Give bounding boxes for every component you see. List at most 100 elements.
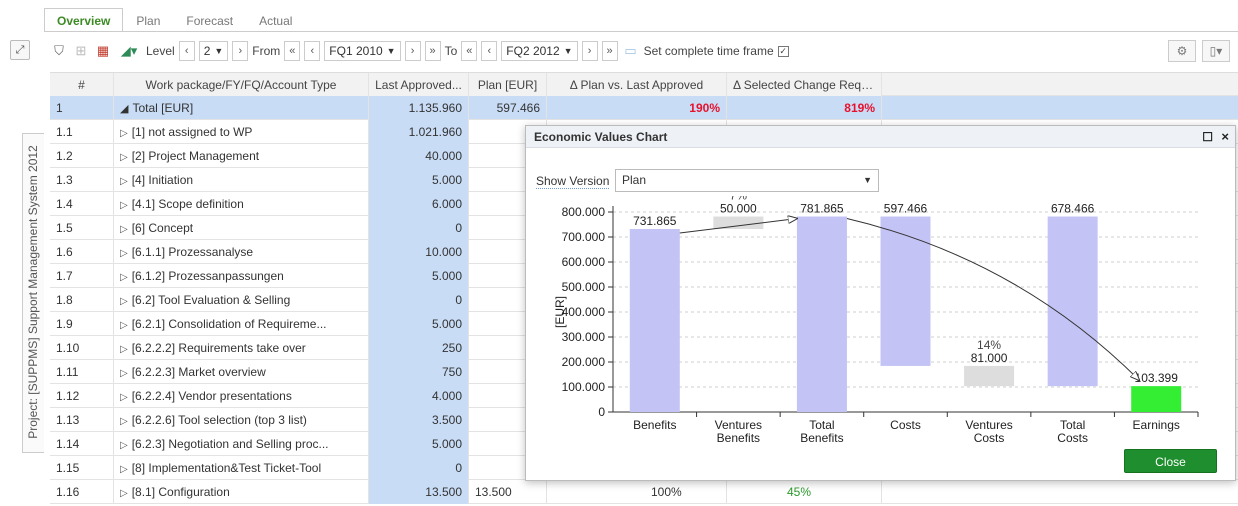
to-first-button[interactable]: « xyxy=(461,41,478,61)
show-version-select[interactable]: Plan ▼ xyxy=(615,169,879,192)
collapse-icon[interactable]: ◢ xyxy=(120,103,128,115)
column-header[interactable]: Last Approved... xyxy=(369,73,469,97)
column-header[interactable]: # xyxy=(50,73,114,97)
close-button[interactable]: Close xyxy=(1124,449,1217,473)
maximize-icon[interactable]: ☐ xyxy=(1202,126,1213,148)
row-last-cell: 0 xyxy=(369,456,469,480)
row-name-cell: ▷ [6.2.2.6] Tool selection (top 3 list) xyxy=(114,408,369,432)
table-icon[interactable]: ▦ xyxy=(94,42,112,60)
y-tick-label: 0 xyxy=(598,405,605,419)
expand-icon[interactable]: ▷ xyxy=(120,416,128,427)
close-icon[interactable]: × xyxy=(1221,126,1229,148)
chart-dialog: Economic Values Chart ☐ × Show Version P… xyxy=(525,125,1236,481)
row-name-cell: ▷ [6.1.1] Prozessanalyse xyxy=(114,240,369,264)
to-last-button[interactable]: » xyxy=(601,41,618,61)
expand-icon[interactable]: ▷ xyxy=(120,296,128,307)
expand-icon[interactable]: ▷ xyxy=(120,464,128,475)
comment-icon[interactable]: ▭ xyxy=(622,42,640,60)
from-next-button[interactable]: › xyxy=(404,41,421,61)
row-delta-cell: 190% xyxy=(547,96,727,120)
row-name: [6.2.2.3] Market overview xyxy=(131,365,266,379)
to-next-button[interactable]: › xyxy=(581,41,598,61)
from-prev-button[interactable]: ‹ xyxy=(304,41,321,61)
level-prev-button[interactable]: ‹ xyxy=(178,41,195,61)
economic-values-chart: 0 100.000 200.000 300.000 400.000 500.000 600.… xyxy=(553,196,1199,445)
row-last-cell: 3.500 xyxy=(369,408,469,432)
expand-icon[interactable]: ▷ xyxy=(120,224,128,235)
expand-icon[interactable]: ⤢ xyxy=(10,40,30,60)
expand-icon[interactable]: ▷ xyxy=(120,128,128,139)
column-header[interactable]: Δ Selected Change Reques... xyxy=(727,73,882,97)
row-name: [8.1] Configuration xyxy=(131,485,230,499)
tab-plan[interactable]: Plan xyxy=(123,8,173,32)
complete-timeframe-label: Set complete time frame xyxy=(643,44,774,58)
row-last-cell: 1.021.960 xyxy=(369,120,469,144)
x-tick-label: Benefits xyxy=(800,431,843,445)
row-last-cell: 40.000 xyxy=(369,144,469,168)
row-name-cell: ▷ [2] Project Management xyxy=(114,144,369,168)
tab-overview[interactable]: Overview xyxy=(44,8,124,32)
row-name-cell: ▷ [6.2.1] Consolidation of Requireme... xyxy=(114,312,369,336)
expand-icon[interactable]: ▷ xyxy=(120,344,128,355)
chevron-down-icon: ▼ xyxy=(214,46,224,56)
level-next-button[interactable]: › xyxy=(232,41,249,61)
column-header[interactable]: Δ Plan vs. Last Approved xyxy=(547,73,727,97)
row-name: [6.2] Tool Evaluation & Selling xyxy=(131,293,291,307)
row-num-cell: 1.1 xyxy=(50,120,114,144)
to-select[interactable]: FQ2 2012 ▼ xyxy=(501,41,578,61)
row-name: [6.1.2] Prozessanpassungen xyxy=(131,269,284,283)
complete-timeframe-checkbox[interactable]: ✓ xyxy=(777,45,789,57)
level-select[interactable]: 2 ▼ xyxy=(198,41,229,61)
x-tick-label: Costs xyxy=(1057,431,1088,445)
hierarchy-icon[interactable]: ⊞ xyxy=(72,42,90,60)
row-num-cell: 1.16 xyxy=(50,480,114,504)
x-tick-label: Earnings xyxy=(1133,418,1180,432)
expand-icon[interactable]: ▷ xyxy=(120,272,128,283)
dialog-titlebar: Economic Values Chart ☐ × xyxy=(526,126,1235,148)
from-select[interactable]: FQ1 2010 ▼ xyxy=(324,41,401,61)
chart-icon[interactable]: ◢▾ xyxy=(116,42,142,60)
row-name-cell: ▷ [6.2.2.4] Vendor presentations xyxy=(114,384,369,408)
row-name-cell: ◢ Total [EUR] xyxy=(114,96,369,120)
row-name: [2] Project Management xyxy=(131,149,260,163)
row-name: Total [EUR] xyxy=(132,101,194,115)
export-icon[interactable]: ▯▾ xyxy=(1202,40,1230,62)
level-label: Level xyxy=(146,44,175,58)
from-last-button[interactable]: » xyxy=(424,41,441,61)
table-row[interactable]: 1 ◢ Total [EUR] 1.135.960 597.466 190% 819% xyxy=(50,96,1238,120)
row-name: [4.1] Scope definition xyxy=(131,197,244,211)
expand-icon[interactable]: ▷ xyxy=(120,176,128,187)
from-first-button[interactable]: « xyxy=(284,41,301,61)
row-name: [6.2.2.4] Vendor presentations xyxy=(131,389,292,403)
tab-actual[interactable]: Actual xyxy=(246,8,305,32)
to-prev-button[interactable]: ‹ xyxy=(481,41,498,61)
expand-icon[interactable]: ▷ xyxy=(120,320,128,331)
expand-icon[interactable]: ▷ xyxy=(120,488,128,499)
row-last-cell: 5.000 xyxy=(369,168,469,192)
expand-icon[interactable]: ▷ xyxy=(120,440,128,451)
filter-icon[interactable]: ⛉ xyxy=(50,42,68,60)
row-num-cell: 1 xyxy=(50,96,114,120)
gear-icon[interactable]: ⚙ xyxy=(1168,40,1196,62)
expand-icon[interactable]: ▷ xyxy=(120,200,128,211)
bar-value-label: 50.000 xyxy=(720,202,757,216)
row-num-cell: 1.10 xyxy=(50,336,114,360)
x-tick-label: Total xyxy=(1060,418,1085,432)
y-tick-label: 600.000 xyxy=(562,255,606,269)
row-delta-cell: 100% xyxy=(547,480,727,504)
expand-icon[interactable]: ▷ xyxy=(120,248,128,259)
table-row[interactable]: 1.16 ▷ [8.1] Configuration 13.500 13.500 100%… xyxy=(50,480,1238,504)
row-last-cell: 5.000 xyxy=(369,312,469,336)
column-header[interactable]: Work package/FY/FQ/Account Type xyxy=(114,73,369,97)
expand-icon[interactable]: ▷ xyxy=(120,368,128,379)
row-name-cell: ▷ [4.1] Scope definition xyxy=(114,192,369,216)
row-num-cell: 1.8 xyxy=(50,288,114,312)
row-name-cell: ▷ [6] Concept xyxy=(114,216,369,240)
column-header[interactable]: Plan [EUR] xyxy=(469,73,547,97)
expand-icon[interactable]: ▷ xyxy=(120,392,128,403)
expand-icon[interactable]: ▷ xyxy=(120,152,128,163)
bar-3 xyxy=(880,216,931,366)
row-last-cell: 0 xyxy=(369,216,469,240)
tab-forecast[interactable]: Forecast xyxy=(173,8,246,32)
from-value: FQ1 2010 xyxy=(329,44,383,58)
